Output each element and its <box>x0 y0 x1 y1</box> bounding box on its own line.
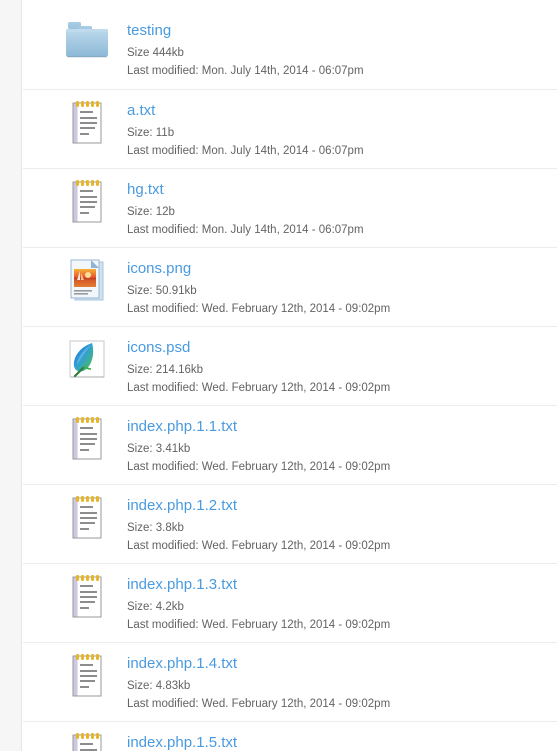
file-name-link[interactable]: a.txt <box>127 102 557 120</box>
text-file-icon <box>67 177 107 225</box>
file-row[interactable]: icons.png Size: 50.91kb Last modified: Wed… <box>23 247 557 326</box>
file-info-cell: icons.psd Size: 214.16kb Last modified: We… <box>119 327 557 396</box>
file-row[interactable]: index.php.1.2.txt Size: 3.8kb Last modifie… <box>23 484 557 563</box>
file-row[interactable]: index.php.1.4.txt Size: 4.83kb Last modifi… <box>23 642 557 721</box>
file-icon-cell <box>55 643 119 699</box>
photoshop-file-icon <box>64 335 110 383</box>
file-modified-label: Last modified: Wed. February 12th, 2014 … <box>127 303 391 315</box>
file-info-cell: index.php.1.2.txt Size: 3.8kb Last modifie… <box>119 485 557 554</box>
text-file-icon <box>67 493 107 541</box>
text-file-icon <box>67 98 107 146</box>
file-size-label: Size: 12b <box>127 206 175 218</box>
content-area: testing Size 444kb Last modified: Mon. Jul… <box>23 0 557 751</box>
text-file-icon <box>67 414 107 462</box>
file-modified-label: Last modified: Wed. February 12th, 2014 … <box>127 382 391 394</box>
file-modified-label: Last modified: Wed. February 12th, 2014 … <box>127 619 391 631</box>
file-info-cell: index.php.1.1.txt Size: 3.41kb Last modifi… <box>119 406 557 475</box>
text-file-icon <box>67 730 107 751</box>
file-icon-cell <box>55 406 119 462</box>
file-info-cell: hg.txt Size: 12b Last modified: Mon. July … <box>119 169 557 238</box>
file-icon-cell <box>55 10 119 62</box>
file-row[interactable]: index.php.1.1.txt Size: 3.41kb Last modifi… <box>23 405 557 484</box>
file-row[interactable]: testing Size 444kb Last modified: Mon. Jul… <box>23 10 557 89</box>
file-info-cell: index.php.1.3.txt Size: 4.2kb Last modifie… <box>119 564 557 633</box>
file-row[interactable]: hg.txt Size: 12b Last modified: Mon. July … <box>23 168 557 247</box>
file-modified-label: Last modified: Mon. July 14th, 2014 - 06… <box>127 145 364 157</box>
file-name-link[interactable]: index.php.1.2.txt <box>127 497 557 515</box>
file-browser-page: testing Size 444kb Last modified: Mon. Jul… <box>0 0 557 751</box>
file-icon-cell <box>55 722 119 751</box>
file-name-link[interactable]: index.php.1.1.txt <box>127 418 557 436</box>
file-list: testing Size 444kb Last modified: Mon. Jul… <box>23 10 557 751</box>
file-size-label: Size: 3.8kb <box>127 522 184 534</box>
file-size-label: Size: 4.83kb <box>127 680 191 692</box>
file-icon-cell <box>55 564 119 620</box>
folder-icon <box>63 18 111 62</box>
file-info-cell: index.php.1.5.txt <box>119 722 557 751</box>
file-size-label: Size: 3.41kb <box>127 443 191 455</box>
file-row[interactable]: index.php.1.3.txt Size: 4.2kb Last modifie… <box>23 563 557 642</box>
file-icon-cell <box>55 248 119 304</box>
file-name-link[interactable]: icons.psd <box>127 339 557 357</box>
file-modified-label: Last modified: Wed. February 12th, 2014 … <box>127 461 391 473</box>
file-row[interactable]: a.txt Size: 11b Last modified: Mon. July 1… <box>23 89 557 168</box>
file-icon-cell <box>55 169 119 225</box>
file-modified-label: Last modified: Wed. February 12th, 2014 … <box>127 698 391 710</box>
file-name-link[interactable]: hg.txt <box>127 181 557 199</box>
file-name-link[interactable]: index.php.1.5.txt <box>127 734 557 751</box>
text-file-icon <box>67 651 107 699</box>
left-gutter <box>0 0 22 751</box>
file-size-label: Size 444kb <box>127 47 184 59</box>
file-name-link[interactable]: index.php.1.3.txt <box>127 576 557 594</box>
file-modified-label: Last modified: Wed. February 12th, 2014 … <box>127 540 391 552</box>
file-size-label: Size: 4.2kb <box>127 601 184 613</box>
file-size-label: Size: 214.16kb <box>127 364 204 376</box>
file-row[interactable]: icons.psd Size: 214.16kb Last modified: We… <box>23 326 557 405</box>
file-size-label: Size: 11b <box>127 127 175 139</box>
image-file-icon <box>66 256 108 304</box>
file-modified-label: Last modified: Mon. July 14th, 2014 - 06… <box>127 224 364 236</box>
file-info-cell: icons.png Size: 50.91kb Last modified: Wed… <box>119 248 557 317</box>
file-name-link[interactable]: icons.png <box>127 260 557 278</box>
file-icon-cell <box>55 485 119 541</box>
file-modified-label: Last modified: Mon. July 14th, 2014 - 06… <box>127 65 364 77</box>
file-info-cell: testing Size 444kb Last modified: Mon. Jul… <box>119 10 557 79</box>
file-info-cell: index.php.1.4.txt Size: 4.83kb Last modifi… <box>119 643 557 712</box>
file-size-label: Size: 50.91kb <box>127 285 197 297</box>
file-name-link[interactable]: testing <box>127 22 557 40</box>
file-icon-cell <box>55 327 119 383</box>
file-icon-cell <box>55 90 119 146</box>
file-row[interactable]: index.php.1.5.txt <box>23 721 557 751</box>
file-info-cell: a.txt Size: 11b Last modified: Mon. July 1… <box>119 90 557 159</box>
file-name-link[interactable]: index.php.1.4.txt <box>127 655 557 673</box>
text-file-icon <box>67 572 107 620</box>
